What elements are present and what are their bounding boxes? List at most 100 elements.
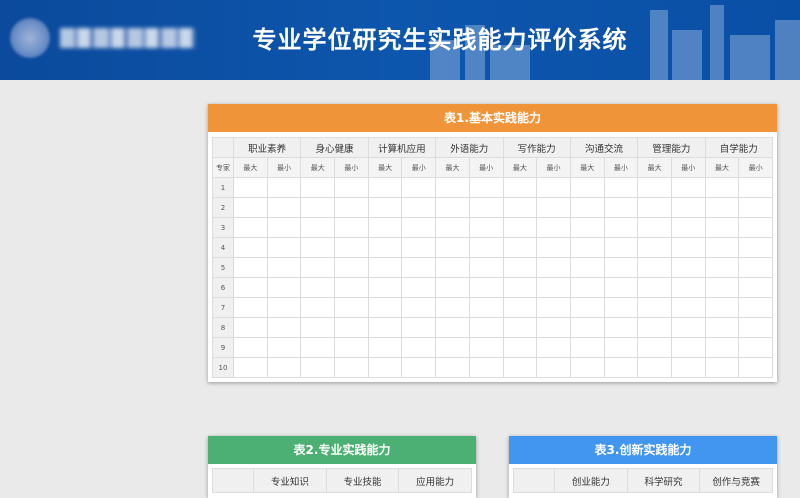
score-cell[interactable] xyxy=(401,177,437,198)
score-cell[interactable] xyxy=(569,197,605,218)
score-cell[interactable] xyxy=(569,257,605,278)
score-cell[interactable] xyxy=(569,317,605,338)
score-cell[interactable] xyxy=(401,337,437,358)
score-cell[interactable] xyxy=(233,357,268,378)
score-cell[interactable] xyxy=(738,197,773,218)
score-cell[interactable] xyxy=(502,317,538,338)
score-cell[interactable] xyxy=(401,197,437,218)
score-cell[interactable] xyxy=(266,257,302,278)
score-cell[interactable] xyxy=(334,277,369,298)
score-cell[interactable] xyxy=(704,217,740,238)
score-cell[interactable] xyxy=(502,357,538,378)
score-cell[interactable] xyxy=(367,297,403,318)
score-cell[interactable] xyxy=(266,197,302,218)
score-cell[interactable] xyxy=(468,317,504,338)
score-cell[interactable] xyxy=(502,257,538,278)
score-cell[interactable] xyxy=(435,337,470,358)
score-cell[interactable] xyxy=(300,337,336,358)
score-cell[interactable] xyxy=(266,317,302,338)
score-cell[interactable] xyxy=(435,357,470,378)
score-cell[interactable] xyxy=(637,217,672,238)
score-cell[interactable] xyxy=(569,217,605,238)
score-cell[interactable] xyxy=(300,257,336,278)
score-cell[interactable] xyxy=(502,197,538,218)
score-cell[interactable] xyxy=(637,337,672,358)
score-cell[interactable] xyxy=(502,217,538,238)
score-cell[interactable] xyxy=(468,177,504,198)
score-cell[interactable] xyxy=(468,217,504,238)
score-cell[interactable] xyxy=(300,237,336,258)
score-cell[interactable] xyxy=(367,317,403,338)
score-cell[interactable] xyxy=(266,337,302,358)
score-cell[interactable] xyxy=(637,357,672,378)
score-cell[interactable] xyxy=(738,337,773,358)
score-cell[interactable] xyxy=(435,297,470,318)
score-cell[interactable] xyxy=(738,357,773,378)
score-cell[interactable] xyxy=(435,217,470,238)
score-cell[interactable] xyxy=(738,217,773,238)
score-cell[interactable] xyxy=(334,197,369,218)
score-cell[interactable] xyxy=(637,317,672,338)
score-cell[interactable] xyxy=(300,177,336,198)
score-cell[interactable] xyxy=(670,357,706,378)
score-cell[interactable] xyxy=(233,217,268,238)
score-cell[interactable] xyxy=(334,297,369,318)
score-cell[interactable] xyxy=(637,197,672,218)
score-cell[interactable] xyxy=(401,217,437,238)
score-cell[interactable] xyxy=(468,237,504,258)
score-cell[interactable] xyxy=(603,297,639,318)
score-cell[interactable] xyxy=(704,297,740,318)
score-cell[interactable] xyxy=(435,277,470,298)
score-cell[interactable] xyxy=(704,337,740,358)
score-cell[interactable] xyxy=(401,297,437,318)
score-cell[interactable] xyxy=(536,297,571,318)
score-cell[interactable] xyxy=(266,277,302,298)
score-cell[interactable] xyxy=(738,257,773,278)
score-cell[interactable] xyxy=(266,297,302,318)
score-cell[interactable] xyxy=(603,177,639,198)
score-cell[interactable] xyxy=(300,217,336,238)
score-cell[interactable] xyxy=(704,257,740,278)
score-cell[interactable] xyxy=(367,197,403,218)
score-cell[interactable] xyxy=(738,237,773,258)
score-cell[interactable] xyxy=(468,197,504,218)
score-cell[interactable] xyxy=(569,277,605,298)
score-cell[interactable] xyxy=(468,297,504,318)
score-cell[interactable] xyxy=(670,277,706,298)
score-cell[interactable] xyxy=(367,357,403,378)
score-cell[interactable] xyxy=(266,177,302,198)
score-cell[interactable] xyxy=(536,237,571,258)
score-cell[interactable] xyxy=(435,317,470,338)
score-cell[interactable] xyxy=(300,357,336,378)
score-cell[interactable] xyxy=(536,197,571,218)
score-cell[interactable] xyxy=(536,217,571,238)
score-cell[interactable] xyxy=(603,197,639,218)
score-cell[interactable] xyxy=(468,277,504,298)
score-cell[interactable] xyxy=(670,337,706,358)
score-cell[interactable] xyxy=(603,257,639,278)
score-cell[interactable] xyxy=(401,257,437,278)
score-cell[interactable] xyxy=(266,217,302,238)
score-cell[interactable] xyxy=(334,257,369,278)
score-cell[interactable] xyxy=(468,357,504,378)
score-cell[interactable] xyxy=(704,177,740,198)
score-cell[interactable] xyxy=(300,277,336,298)
score-cell[interactable] xyxy=(233,317,268,338)
score-cell[interactable] xyxy=(401,317,437,338)
score-cell[interactable] xyxy=(502,177,538,198)
score-cell[interactable] xyxy=(233,237,268,258)
score-cell[interactable] xyxy=(502,277,538,298)
score-cell[interactable] xyxy=(738,177,773,198)
score-cell[interactable] xyxy=(603,357,639,378)
score-cell[interactable] xyxy=(233,257,268,278)
score-cell[interactable] xyxy=(569,357,605,378)
score-cell[interactable] xyxy=(367,177,403,198)
score-cell[interactable] xyxy=(468,257,504,278)
score-cell[interactable] xyxy=(536,357,571,378)
score-cell[interactable] xyxy=(704,357,740,378)
score-cell[interactable] xyxy=(300,317,336,338)
score-cell[interactable] xyxy=(502,297,538,318)
score-cell[interactable] xyxy=(569,177,605,198)
score-cell[interactable] xyxy=(603,337,639,358)
score-cell[interactable] xyxy=(334,357,369,378)
